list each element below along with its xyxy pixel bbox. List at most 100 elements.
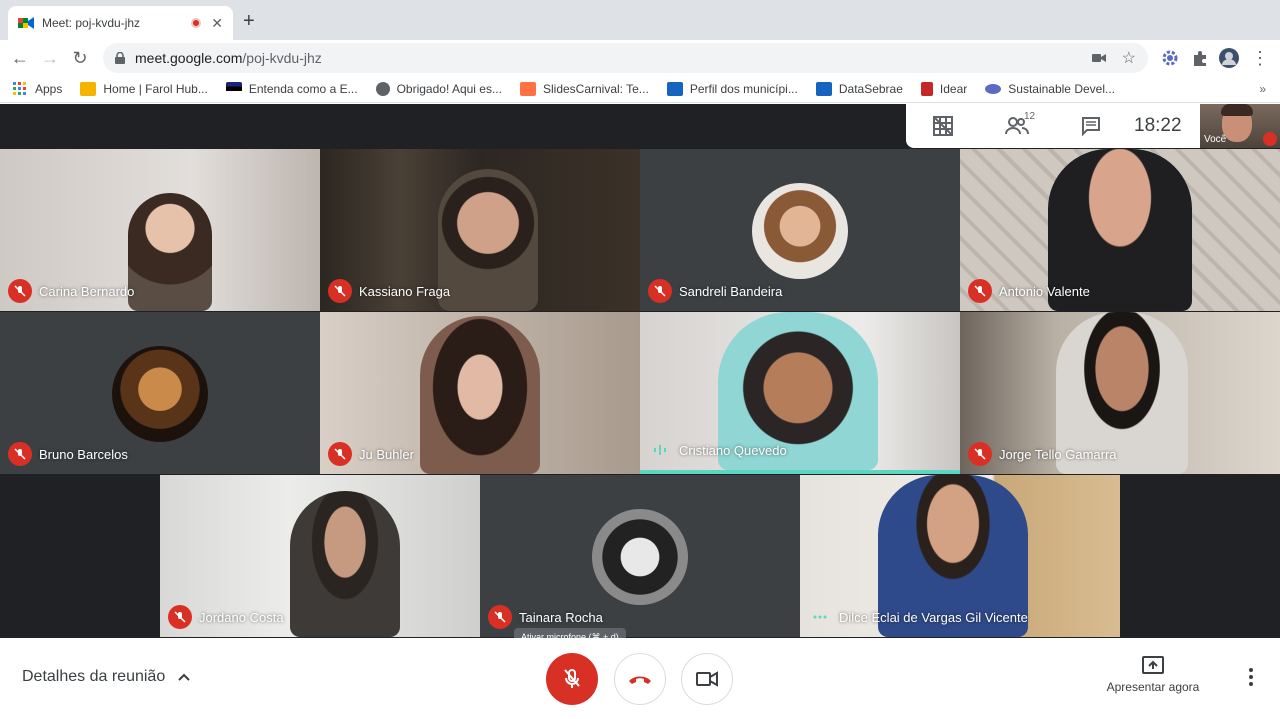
bookmark-label: Home | Farol Hub... bbox=[103, 82, 208, 96]
mic-off-icon bbox=[648, 279, 672, 303]
bookmark-label: Entenda como a E... bbox=[248, 82, 358, 96]
mic-off-icon bbox=[328, 442, 352, 466]
bookmark-datasebrae[interactable]: DataSebrae bbox=[815, 82, 903, 96]
bookmarks-overflow-icon[interactable]: » bbox=[1259, 82, 1266, 96]
profile-avatar-icon[interactable] bbox=[1219, 48, 1239, 68]
participant-name: Jorge Tello Gamarra bbox=[999, 446, 1117, 462]
url-host: meet.google.com bbox=[135, 50, 243, 66]
mic-off-icon bbox=[968, 442, 992, 466]
self-mic-off-icon bbox=[1263, 132, 1277, 146]
meet-favicon-icon bbox=[18, 17, 34, 29]
avatar bbox=[752, 183, 848, 279]
chart-icon bbox=[815, 82, 832, 96]
recording-indicator-icon bbox=[191, 18, 202, 28]
bookmark-sustainable[interactable]: Sustainable Devel... bbox=[985, 82, 1115, 96]
participant-tile[interactable]: Dilce Eclai de Vargas Gil Vicente bbox=[800, 475, 1120, 637]
participant-name: Antonio Valente bbox=[999, 283, 1090, 299]
tab-title: Meet: poj-kvdu-jhz bbox=[42, 16, 141, 30]
bookmark-perfil[interactable]: Perfil dos municípi... bbox=[666, 82, 798, 96]
mic-off-icon bbox=[168, 605, 192, 629]
participant-tile[interactable]: Carina Bernardo bbox=[0, 149, 320, 311]
address-bar[interactable]: meet.google.com/poj-kvdu-jhz ☆ bbox=[103, 43, 1148, 73]
idear-icon bbox=[920, 82, 933, 96]
camera-permission-icon[interactable] bbox=[1091, 52, 1106, 64]
farol-icon bbox=[80, 82, 97, 96]
participant-tile[interactable]: Jorge Tello Gamarra bbox=[960, 312, 1280, 474]
meet-top-controls: 12 18:22 bbox=[906, 104, 1200, 148]
self-label: Você bbox=[1204, 134, 1227, 145]
mic-off-icon bbox=[8, 279, 32, 303]
leave-call-button[interactable] bbox=[614, 653, 666, 705]
browser-tab[interactable]: Meet: poj-kvdu-jhz ✕ bbox=[8, 6, 233, 40]
flag-icon bbox=[225, 82, 242, 96]
meeting-details-button[interactable]: Detalhes da reunião bbox=[22, 668, 191, 686]
bookmark-label: Sustainable Devel... bbox=[1008, 82, 1115, 96]
mic-off-icon bbox=[968, 279, 992, 303]
participant-name: Sandreli Bandeira bbox=[679, 283, 783, 299]
present-screen-icon bbox=[1142, 656, 1164, 674]
forward-icon[interactable]: → bbox=[38, 46, 62, 70]
meeting-details-label: Detalhes da reunião bbox=[22, 668, 166, 685]
bookmark-obrigado[interactable]: Obrigado! Aqui es... bbox=[375, 82, 502, 96]
bookmark-label: DataSebrae bbox=[838, 82, 903, 96]
mic-off-icon bbox=[328, 279, 352, 303]
layout-grid-button[interactable] bbox=[906, 116, 980, 136]
bookmark-entenda[interactable]: Entenda como a E... bbox=[225, 82, 358, 96]
participant-name: Dilce Eclai de Vargas Gil Vicente bbox=[839, 609, 1028, 625]
present-now-label: Apresentar agora bbox=[1106, 680, 1200, 694]
bookmark-label: SlidesCarnival: Te... bbox=[542, 82, 649, 96]
bookmark-label: Idear bbox=[939, 82, 968, 96]
meet-bottom-bar: Detalhes da reunião Apresentar agora bbox=[0, 638, 1280, 719]
participant-tile[interactable]: Tainara Rocha bbox=[480, 475, 800, 637]
participant-tile[interactable]: Kassiano Fraga bbox=[320, 149, 640, 311]
mic-off-icon bbox=[564, 669, 580, 688]
avatar bbox=[112, 346, 208, 442]
chat-button[interactable] bbox=[1054, 116, 1128, 136]
extension-gear-icon[interactable] bbox=[1160, 48, 1180, 68]
participant-count: 12 bbox=[1024, 111, 1036, 122]
participant-tile-active-speaker[interactable]: Cristiano Quevedo bbox=[640, 312, 960, 474]
speaking-indicator-icon bbox=[808, 605, 832, 629]
meet-video-area: Carina Bernardo Kassiano Fraga Sandreli … bbox=[0, 104, 1280, 638]
participants-button[interactable]: 12 bbox=[980, 111, 1054, 135]
participant-name: Kassiano Fraga bbox=[359, 283, 451, 299]
apps-grid-icon bbox=[13, 82, 26, 95]
avatar bbox=[592, 509, 688, 605]
slides-icon bbox=[519, 82, 536, 96]
bookmark-slidescarnival[interactable]: SlidesCarnival: Te... bbox=[519, 82, 649, 96]
participant-tile[interactable]: Antonio Valente bbox=[960, 149, 1280, 311]
bookmarks-bar: Apps Home | Farol Hub... Entenda como a … bbox=[0, 76, 1280, 103]
microphone-toggle-button[interactable] bbox=[546, 653, 598, 705]
tab-strip: Meet: poj-kvdu-jhz ✕ + bbox=[0, 0, 1280, 40]
camera-toggle-button[interactable] bbox=[681, 653, 733, 705]
grid-layout-icon bbox=[933, 116, 953, 136]
participant-tile[interactable]: Ju Buhler bbox=[320, 312, 640, 474]
extensions-puzzle-icon[interactable] bbox=[1190, 48, 1210, 68]
reload-icon[interactable]: ↻ bbox=[68, 46, 92, 70]
chevron-up-icon bbox=[178, 673, 190, 681]
participant-name: Ju Buhler bbox=[359, 446, 414, 462]
hang-up-icon bbox=[629, 676, 651, 684]
participant-name: Carina Bernardo bbox=[39, 283, 135, 299]
bookmark-label: Apps bbox=[35, 82, 63, 96]
lock-icon bbox=[115, 52, 125, 64]
present-now-button[interactable]: Apresentar agora bbox=[1098, 656, 1208, 694]
tab-close-icon[interactable]: ✕ bbox=[211, 15, 223, 32]
browser-toolbar: ← → ↻ meet.google.com/poj-kvdu-jhz ☆ ⋮ bbox=[0, 40, 1280, 76]
bookmark-apps[interactable]: Apps bbox=[12, 82, 62, 96]
bookmark-star-icon[interactable]: ☆ bbox=[1122, 48, 1136, 68]
participant-name: Bruno Barcelos bbox=[39, 446, 128, 462]
participant-tile[interactable]: Sandreli Bandeira bbox=[640, 149, 960, 311]
participant-tile[interactable]: Bruno Barcelos bbox=[0, 312, 320, 474]
new-tab-icon[interactable]: + bbox=[243, 10, 255, 33]
back-icon[interactable]: ← bbox=[8, 46, 32, 70]
bookmark-farol[interactable]: Home | Farol Hub... bbox=[80, 82, 208, 96]
participant-tile[interactable]: Jordano Costa bbox=[160, 475, 480, 637]
self-view-tile[interactable]: Você bbox=[1200, 104, 1280, 148]
bookmark-idear[interactable]: Idear bbox=[920, 82, 968, 96]
more-options-icon[interactable] bbox=[1240, 666, 1262, 688]
video-camera-icon bbox=[696, 671, 718, 687]
meeting-clock: 18:22 bbox=[1134, 115, 1182, 136]
browser-menu-icon[interactable]: ⋮ bbox=[1248, 46, 1272, 70]
participant-name: Jordano Costa bbox=[199, 609, 284, 625]
